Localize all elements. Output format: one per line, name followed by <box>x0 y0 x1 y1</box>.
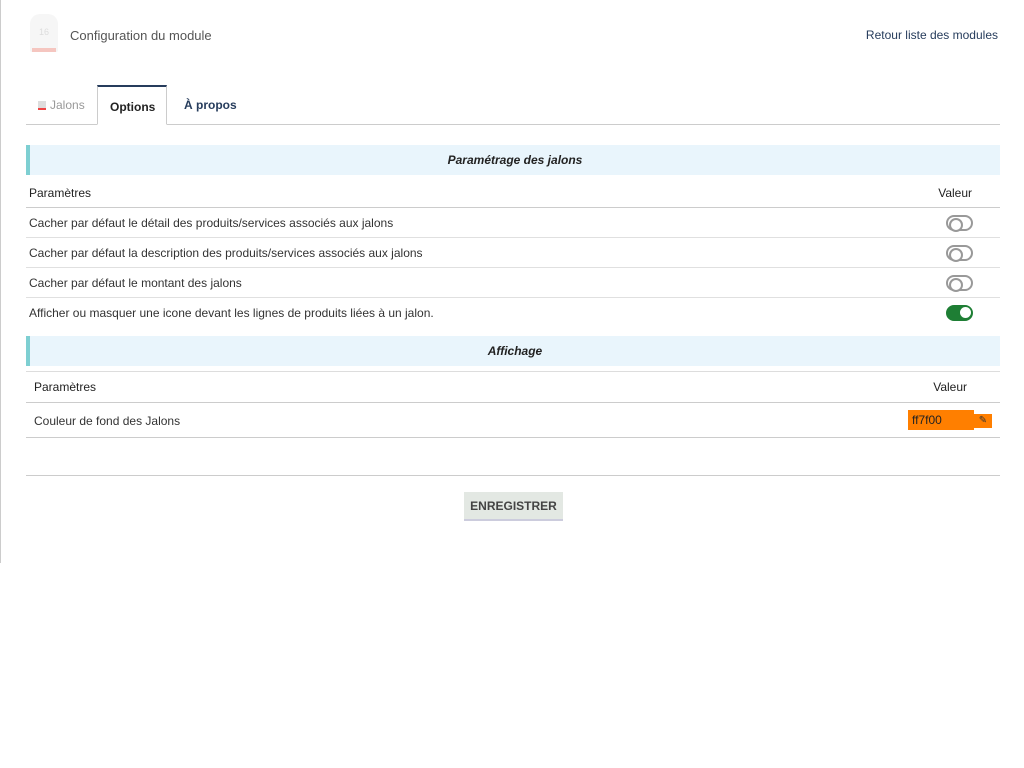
toggle-switch[interactable] <box>946 245 973 262</box>
row-label: Cacher par défaut le montant des jalons <box>29 276 242 290</box>
toggle-switch[interactable] <box>946 275 973 292</box>
page-header: 16 Configuration du module Retour liste … <box>26 12 998 56</box>
table-header: Paramètres Valeur <box>26 371 1000 403</box>
pencil-icon[interactable]: ✎ <box>974 414 992 428</box>
table-row: Couleur de fond des Jalons ff7f00 ✎ <box>26 404 1000 438</box>
left-border <box>0 0 1 563</box>
table-row: Cacher par défaut la description des pro… <box>26 238 1000 268</box>
logo-number: 16 <box>38 27 49 37</box>
tab-jalons[interactable]: Jalons <box>26 85 97 125</box>
tab-bar: Jalons Options À propos <box>26 85 1000 125</box>
table-row: Cacher par défaut le montant des jalons <box>26 268 1000 298</box>
module-icon <box>38 101 46 110</box>
toggle-switch[interactable] <box>946 215 973 232</box>
row-label: Afficher ou masquer une icone devant les… <box>29 306 434 320</box>
row-label: Cacher par défaut le détail des produits… <box>29 216 394 230</box>
save-button[interactable]: ENREGISTRER <box>464 492 563 521</box>
table-row: Afficher ou masquer une icone devant les… <box>26 298 1000 328</box>
tab-a-propos[interactable]: À propos <box>172 85 249 125</box>
back-to-modules-link[interactable]: Retour liste des modules <box>866 28 998 42</box>
table-row: Cacher par défaut le détail des produits… <box>26 208 1000 238</box>
col-param: Paramètres <box>34 380 97 394</box>
color-picker[interactable]: ff7f00 ✎ <box>908 410 992 430</box>
row-label: Cacher par défaut la description des pro… <box>29 246 423 260</box>
page-title: Configuration du module <box>70 28 212 43</box>
table-header: Paramètres Valeur <box>26 178 1000 208</box>
section-header-affichage: Affichage <box>26 336 1000 366</box>
toggle-switch[interactable] <box>946 305 973 321</box>
divider <box>26 475 1000 476</box>
tab-label: Jalons <box>50 98 85 112</box>
row-label: Couleur de fond des Jalons <box>34 414 181 428</box>
col-value: Valeur <box>938 186 972 200</box>
module-logo-icon: 16 <box>30 14 58 52</box>
color-input[interactable]: ff7f00 <box>908 410 974 430</box>
col-value: Valeur <box>933 380 967 394</box>
section-header-jalons: Paramétrage des jalons <box>26 145 1000 175</box>
tab-options[interactable]: Options <box>97 85 167 125</box>
col-param: Paramètres <box>29 186 92 200</box>
